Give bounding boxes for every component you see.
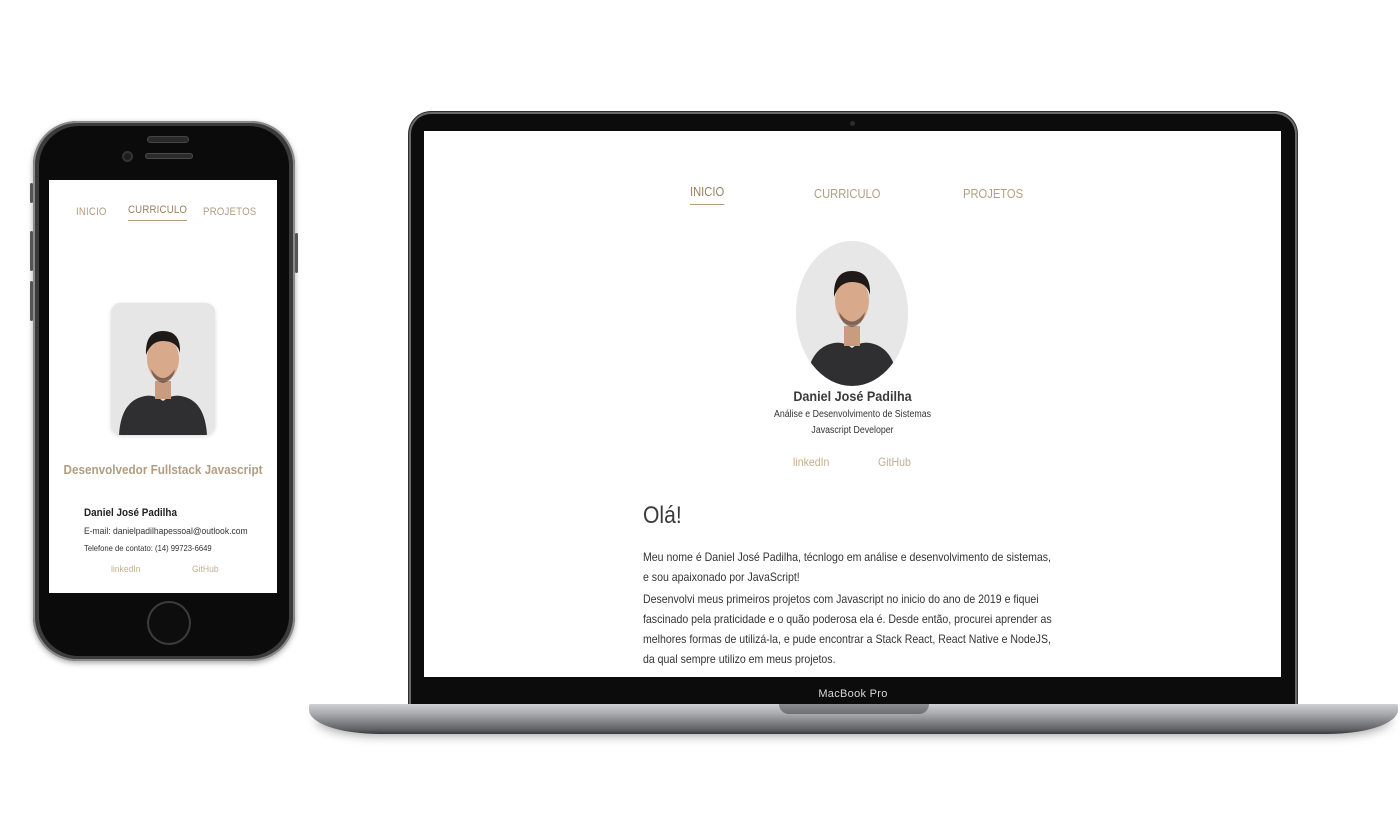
phone-volume-down bbox=[30, 281, 33, 321]
phone-nav-projetos[interactable]: PROJETOS bbox=[203, 206, 256, 218]
laptop-greeting-heading: Olá! bbox=[643, 502, 682, 529]
laptop-screen: INICIO CURRICULO PROJETOS Daniel José Pa… bbox=[424, 131, 1281, 677]
phone-role-title: Desenvolvedor Fullstack Javascript bbox=[63, 462, 263, 477]
phone-linkedin-link[interactable]: linkedIn bbox=[111, 564, 140, 575]
laptop-github-link[interactable]: GitHub bbox=[878, 455, 911, 469]
laptop-profile-degree: Análise e Desenvolvimento de Sistemas bbox=[773, 409, 932, 420]
phone-nav-curriculo[interactable]: CURRICULO bbox=[128, 204, 188, 221]
laptop-nav-curriculo[interactable]: CURRICULO bbox=[814, 186, 880, 201]
phone-power-button bbox=[295, 233, 298, 273]
phone-profile-photo bbox=[111, 303, 215, 435]
phone-top-speaker bbox=[147, 136, 189, 143]
phone-nav-inicio[interactable]: INICIO bbox=[76, 206, 107, 218]
laptop-linkedin-link[interactable]: linkedIn bbox=[793, 455, 829, 469]
laptop-nav-projetos[interactable]: PROJETOS bbox=[963, 186, 1023, 201]
phone-github-link[interactable]: GitHub bbox=[192, 564, 219, 575]
laptop-profile-name: Daniel José Padilha bbox=[793, 388, 912, 404]
laptop-profile-photo bbox=[796, 241, 908, 386]
laptop-about-paragraph-2: Desenvolvi meus primeiros projetos com J… bbox=[643, 592, 1052, 666]
phone-camera-icon bbox=[122, 151, 133, 162]
laptop-nav-inicio[interactable]: INICIO bbox=[690, 184, 725, 205]
laptop-model-label: MacBook Pro bbox=[818, 688, 888, 700]
laptop-notch bbox=[779, 704, 929, 714]
phone-contact-phone: Telefone de contato: (14) 99723-6649 bbox=[84, 543, 212, 553]
person-photo-icon bbox=[111, 303, 215, 435]
phone-mute-switch bbox=[30, 183, 33, 203]
phone-volume-up bbox=[30, 231, 33, 271]
phone-contact-name: Daniel José Padilha bbox=[84, 507, 177, 519]
laptop-base bbox=[309, 704, 1398, 734]
laptop-about-paragraph-1: Meu nome é Daniel José Padilha, técnlogo… bbox=[643, 550, 1051, 584]
person-photo-icon bbox=[796, 241, 908, 386]
phone-earpiece bbox=[145, 153, 193, 159]
phone-screen: INICIO CURRICULO PROJETOS Desenvolvedor … bbox=[49, 180, 277, 593]
phone-contact-email: E-mail: danielpadilhapessoal@outlook.com bbox=[84, 526, 248, 537]
phone-home-button[interactable] bbox=[147, 601, 191, 645]
laptop-camera-icon bbox=[850, 121, 855, 126]
laptop-profile-role: Javascript Developer bbox=[811, 425, 894, 436]
